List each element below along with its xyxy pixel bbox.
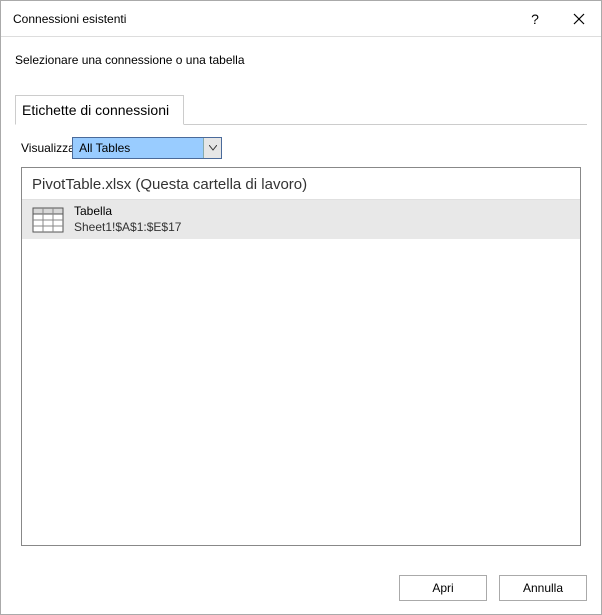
list-item-texts: Tabella Sheet1!$A$1:$E$17 — [74, 204, 181, 235]
close-icon — [573, 13, 585, 25]
group-header: PivotTable.xlsx (Questa cartella di lavo… — [22, 168, 580, 200]
connections-listbox[interactable]: PivotTable.xlsx (Questa cartella di lavo… — [21, 167, 581, 546]
table-icon — [32, 206, 64, 234]
close-button[interactable] — [565, 5, 593, 33]
chevron-down-icon — [209, 145, 217, 151]
view-filter-row: Visualizza: All Tables — [15, 125, 587, 167]
cancel-button[interactable]: Annulla — [499, 575, 587, 601]
titlebar-controls: ? — [521, 5, 593, 33]
view-label: Visualizza: — [21, 141, 78, 155]
instruction-text: Selezionare una connessione o una tabell… — [15, 53, 587, 67]
dialog-content: Selezionare una connessione o una tabell… — [1, 37, 601, 562]
dialog-footer: Apri Annulla — [1, 562, 601, 614]
item-name: Tabella — [74, 204, 181, 220]
open-button[interactable]: Apri — [399, 575, 487, 601]
titlebar: Connessioni esistenti ? — [1, 1, 601, 37]
dialog-title: Connessioni esistenti — [13, 12, 521, 26]
view-combobox[interactable]: All Tables — [72, 137, 222, 159]
tab-strip: Etichette di connessioni — [15, 95, 587, 125]
existing-connections-dialog: Connessioni esistenti ? Selezionare una … — [0, 0, 602, 615]
item-reference: Sheet1!$A$1:$E$17 — [74, 220, 181, 236]
help-button[interactable]: ? — [521, 5, 549, 33]
tab-strip-spacer — [184, 95, 587, 124]
view-selected-text: All Tables — [73, 141, 203, 155]
help-icon: ? — [531, 11, 539, 27]
tab-connections[interactable]: Etichette di connessioni — [15, 95, 184, 125]
list-item[interactable]: Tabella Sheet1!$A$1:$E$17 — [22, 200, 580, 239]
combo-dropdown-button[interactable] — [203, 138, 221, 158]
